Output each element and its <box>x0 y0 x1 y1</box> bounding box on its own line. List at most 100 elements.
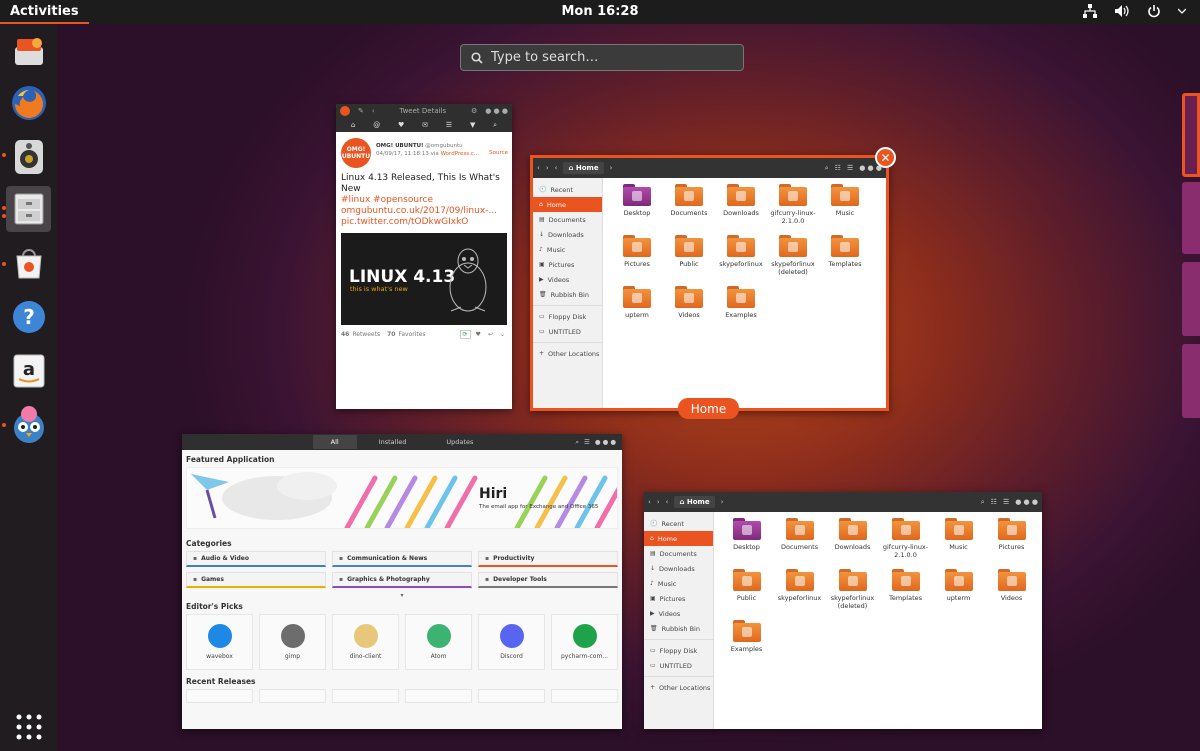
favorites-icon[interactable]: ♥ <box>398 121 404 129</box>
window-controls[interactable]: ● ● ● <box>595 438 616 447</box>
dock-item-firefox[interactable] <box>6 80 51 126</box>
workspace-thumbnail-1[interactable] <box>1182 93 1200 177</box>
menu-icon[interactable]: ☰ <box>847 164 853 172</box>
window-controls[interactable]: ● ● ● <box>1015 498 1038 506</box>
dock-item-software[interactable] <box>6 240 51 286</box>
file-item[interactable]: skypeforlinux <box>773 569 826 620</box>
path-right-icon[interactable]: › <box>721 498 724 506</box>
sidebar-item[interactable]: ▣ Pictures <box>644 591 713 606</box>
category-tile[interactable]: ▪ Games <box>186 572 326 588</box>
sidebar-item[interactable]: ▭ UNTITLED <box>533 324 602 339</box>
show-applications-button[interactable] <box>6 704 51 750</box>
compose-icon[interactable]: ✎ <box>358 107 364 115</box>
recent-release-card[interactable] <box>186 689 253 703</box>
volume-icon[interactable] <box>1114 3 1130 19</box>
file-item[interactable]: skypeforlinux (deleted) <box>826 569 879 620</box>
sidebar-item[interactable]: + Other Locations <box>533 346 602 361</box>
dock-item-help[interactable]: ? <box>6 294 51 340</box>
featured-banner[interactable]: Hiri The email app for Exchange and Offi… <box>186 467 618 529</box>
reply-icon[interactable]: ↩ <box>486 331 495 338</box>
via-link[interactable]: WordPress.c... <box>441 151 480 157</box>
file-item[interactable]: Documents <box>773 518 826 569</box>
file-item[interactable]: Public <box>720 569 773 620</box>
file-item[interactable]: Downloads <box>715 184 767 235</box>
search-icon[interactable]: ⌕ <box>825 164 829 173</box>
file-item[interactable]: Public <box>663 235 715 286</box>
settings-icon[interactable]: ⚙ <box>471 107 477 115</box>
back-icon[interactable]: ‹ <box>372 107 375 115</box>
path-home-button[interactable]: ⌂ Home <box>674 496 715 508</box>
file-item[interactable]: Templates <box>819 235 871 286</box>
menu-icon[interactable]: ☰ <box>1003 498 1009 506</box>
recent-release-card[interactable] <box>405 689 472 703</box>
file-item[interactable]: Downloads <box>826 518 879 569</box>
category-tile[interactable]: ▪ Productivity <box>478 551 618 567</box>
view-options-icon[interactable]: ☷ <box>835 164 841 172</box>
author-avatar[interactable]: OMG! UBUNTU <box>341 138 371 168</box>
tweet-image[interactable]: LINUX 4.13 this is what's new <box>341 233 507 325</box>
tweet-link[interactable]: omgubuntu.co.uk/2017/09/linux-... <box>341 206 507 217</box>
path-left-icon[interactable]: ‹ <box>555 164 558 172</box>
file-item[interactable]: Templates <box>879 569 932 620</box>
recent-release-card[interactable] <box>551 689 618 703</box>
path-left-icon[interactable]: ‹ <box>666 498 669 506</box>
sidebar-item[interactable]: ▤ Documents <box>533 212 602 227</box>
author-name[interactable]: OMG! UBUNTU! <box>376 143 424 149</box>
workspace-thumbnail-3[interactable] <box>1182 262 1200 336</box>
file-item[interactable]: upterm <box>611 286 663 337</box>
forward-icon[interactable]: › <box>657 498 660 506</box>
file-item[interactable]: upterm <box>932 569 985 620</box>
file-item[interactable]: Videos <box>985 569 1038 620</box>
files-window-home[interactable]: ‹ › ‹ ⌂ Home › ⌕ ☷ ☰ ● ● ● 🕘 Recent ⌂ Home ▤… <box>530 155 889 411</box>
search-icon[interactable]: ⌕ <box>575 438 579 447</box>
recent-release-card[interactable] <box>478 689 545 703</box>
file-item[interactable]: Desktop <box>611 184 663 235</box>
chevron-down-icon[interactable] <box>1178 3 1186 19</box>
sidebar-item[interactable]: ▶ Videos <box>533 272 602 287</box>
sidebar-item[interactable]: ▭ Floppy Disk <box>533 309 602 324</box>
category-tile[interactable]: ▪ Graphics & Photography <box>332 572 472 588</box>
back-icon[interactable]: ‹ <box>537 164 540 172</box>
app-card[interactable]: pycharm-com... <box>551 614 618 670</box>
sidebar-item[interactable]: ▤ Documents <box>644 546 713 561</box>
file-item[interactable]: Videos <box>663 286 715 337</box>
menu-icon[interactable]: ☰ <box>584 438 590 447</box>
close-window-button[interactable]: ✕ <box>875 147 896 168</box>
mentions-icon[interactable]: @ <box>373 121 380 129</box>
search-icon[interactable]: ⌕ <box>493 121 497 130</box>
file-item[interactable]: gifcurry-linux-2.1.0.0 <box>879 518 932 569</box>
search-input[interactable] <box>491 50 721 65</box>
sidebar-item[interactable]: ▭ Floppy Disk <box>644 643 713 658</box>
files-window-home-2[interactable]: ‹ › ‹ ⌂ Home › ⌕ ☷ ☰ ● ● ● 🕘 Recent ⌂ Home ▤… <box>644 492 1042 729</box>
file-item[interactable]: Pictures <box>985 518 1038 569</box>
network-icon[interactable] <box>1082 3 1098 19</box>
lists-icon[interactable]: ☰ <box>446 121 452 129</box>
dock-item-rhythmbox[interactable] <box>6 134 51 180</box>
sidebar-item[interactable]: ♪ Music <box>644 576 713 591</box>
file-item[interactable]: Pictures <box>611 235 663 286</box>
file-item[interactable]: skypeforlinux <box>715 235 767 286</box>
file-item[interactable]: Music <box>819 184 871 235</box>
software-window[interactable]: All Installed Updates ⌕ ☰ ● ● ● Featured… <box>182 434 622 729</box>
retweet-icon[interactable]: ⟳ <box>459 330 471 339</box>
dock-item-amazon[interactable]: a <box>6 348 51 394</box>
recent-release-card[interactable] <box>332 689 399 703</box>
dock-item-files[interactable] <box>6 186 51 232</box>
category-tile[interactable]: ▪ Developer Tools <box>478 572 618 588</box>
forward-icon[interactable]: › <box>546 164 549 172</box>
more-icon[interactable]: ⌄ <box>498 331 507 338</box>
category-tile[interactable]: ▪ Communication & News <box>332 551 472 567</box>
file-item[interactable]: Examples <box>715 286 767 337</box>
workspace-thumbnail-4[interactable] <box>1182 344 1200 418</box>
path-right-icon[interactable]: › <box>610 164 613 172</box>
app-card[interactable]: Discord <box>478 614 545 670</box>
path-home-button[interactable]: ⌂ Home <box>563 162 604 174</box>
file-item[interactable]: skypeforlinux (deleted) <box>767 235 819 286</box>
sidebar-item[interactable]: ♪ Music <box>533 242 602 257</box>
favorite-icon[interactable]: ♥ <box>474 331 483 338</box>
window-controls[interactable]: ● ● ● <box>485 107 508 115</box>
sidebar-item[interactable]: 🗑 Rubbish Bin <box>644 621 713 636</box>
sidebar-item[interactable]: 🕘 Recent <box>533 182 602 197</box>
tab-updates[interactable]: Updates <box>428 435 491 449</box>
tab-all[interactable]: All <box>312 435 357 449</box>
